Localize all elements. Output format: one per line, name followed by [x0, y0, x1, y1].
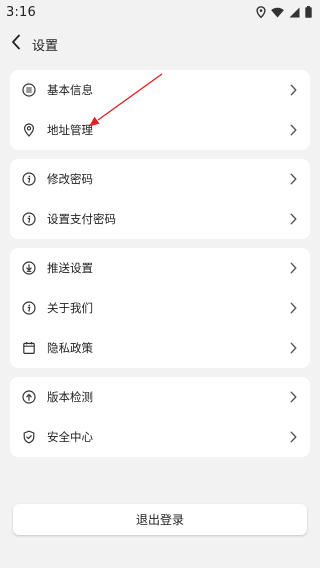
settings-row-about-us[interactable]: 关于我们: [10, 288, 310, 328]
row-label: 关于我们: [47, 301, 93, 315]
info-circle-icon: [22, 172, 36, 186]
settings-group-system: 版本检测 安全中心: [10, 377, 310, 457]
location-pin-icon: [22, 123, 36, 137]
row-label: 修改密码: [47, 172, 93, 186]
status-time: 3:16: [6, 4, 36, 20]
chevron-right-icon: [288, 172, 298, 186]
upload-circle-icon: [22, 390, 36, 404]
chevron-left-icon: [11, 34, 21, 54]
info-circle-icon: [22, 301, 36, 315]
row-label: 安全中心: [47, 430, 93, 444]
wifi-icon: [271, 7, 284, 18]
chevron-right-icon: [288, 261, 298, 275]
info-circle-icon: [22, 212, 36, 226]
settings-row-privacy-policy[interactable]: 隐私政策: [10, 328, 310, 368]
battery-icon: [305, 6, 312, 18]
chevron-right-icon: [288, 390, 298, 404]
row-label: 地址管理: [47, 123, 93, 137]
logout-wrapper: 退出登录: [13, 504, 307, 535]
chevron-right-icon: [288, 83, 298, 97]
download-circle-icon: [22, 261, 36, 275]
navigation-bar: 设置: [0, 26, 320, 62]
settings-row-security-center[interactable]: 安全中心: [10, 417, 310, 457]
chevron-right-icon: [288, 430, 298, 444]
settings-row-version-check[interactable]: 版本检测: [10, 377, 310, 417]
location-icon: [256, 6, 266, 18]
settings-group-info: 推送设置 关于我们 隐私政策: [10, 248, 310, 368]
shield-check-icon: [22, 430, 36, 444]
row-label: 隐私政策: [47, 341, 93, 355]
settings-row-address[interactable]: 地址管理: [10, 110, 310, 150]
status-bar: 3:16: [0, 0, 320, 24]
logout-button[interactable]: 退出登录: [13, 504, 307, 535]
chevron-right-icon: [288, 212, 298, 226]
list-circle-icon: [22, 83, 36, 97]
chevron-right-icon: [288, 123, 298, 137]
status-icons: [256, 6, 312, 18]
settings-screen: 3:16 设置 基本信息 地址管理 修改密码 设置支付密码 推送设置 关于我们 …: [0, 0, 320, 568]
page-title: 设置: [32, 38, 59, 54]
back-button[interactable]: [6, 30, 26, 58]
settings-group-profile: 基本信息 地址管理: [10, 70, 310, 150]
row-label: 设置支付密码: [47, 212, 116, 226]
settings-row-basic-info[interactable]: 基本信息: [10, 70, 310, 110]
chevron-right-icon: [288, 341, 298, 355]
chevron-right-icon: [288, 301, 298, 315]
row-label: 版本检测: [47, 390, 93, 404]
settings-row-change-password[interactable]: 修改密码: [10, 159, 310, 199]
row-label: 推送设置: [47, 261, 93, 275]
signal-icon: [289, 7, 300, 18]
row-label: 基本信息: [47, 83, 93, 97]
settings-group-password: 修改密码 设置支付密码: [10, 159, 310, 239]
calendar-icon: [22, 341, 36, 355]
settings-row-payment-password[interactable]: 设置支付密码: [10, 199, 310, 239]
settings-row-push[interactable]: 推送设置: [10, 248, 310, 288]
